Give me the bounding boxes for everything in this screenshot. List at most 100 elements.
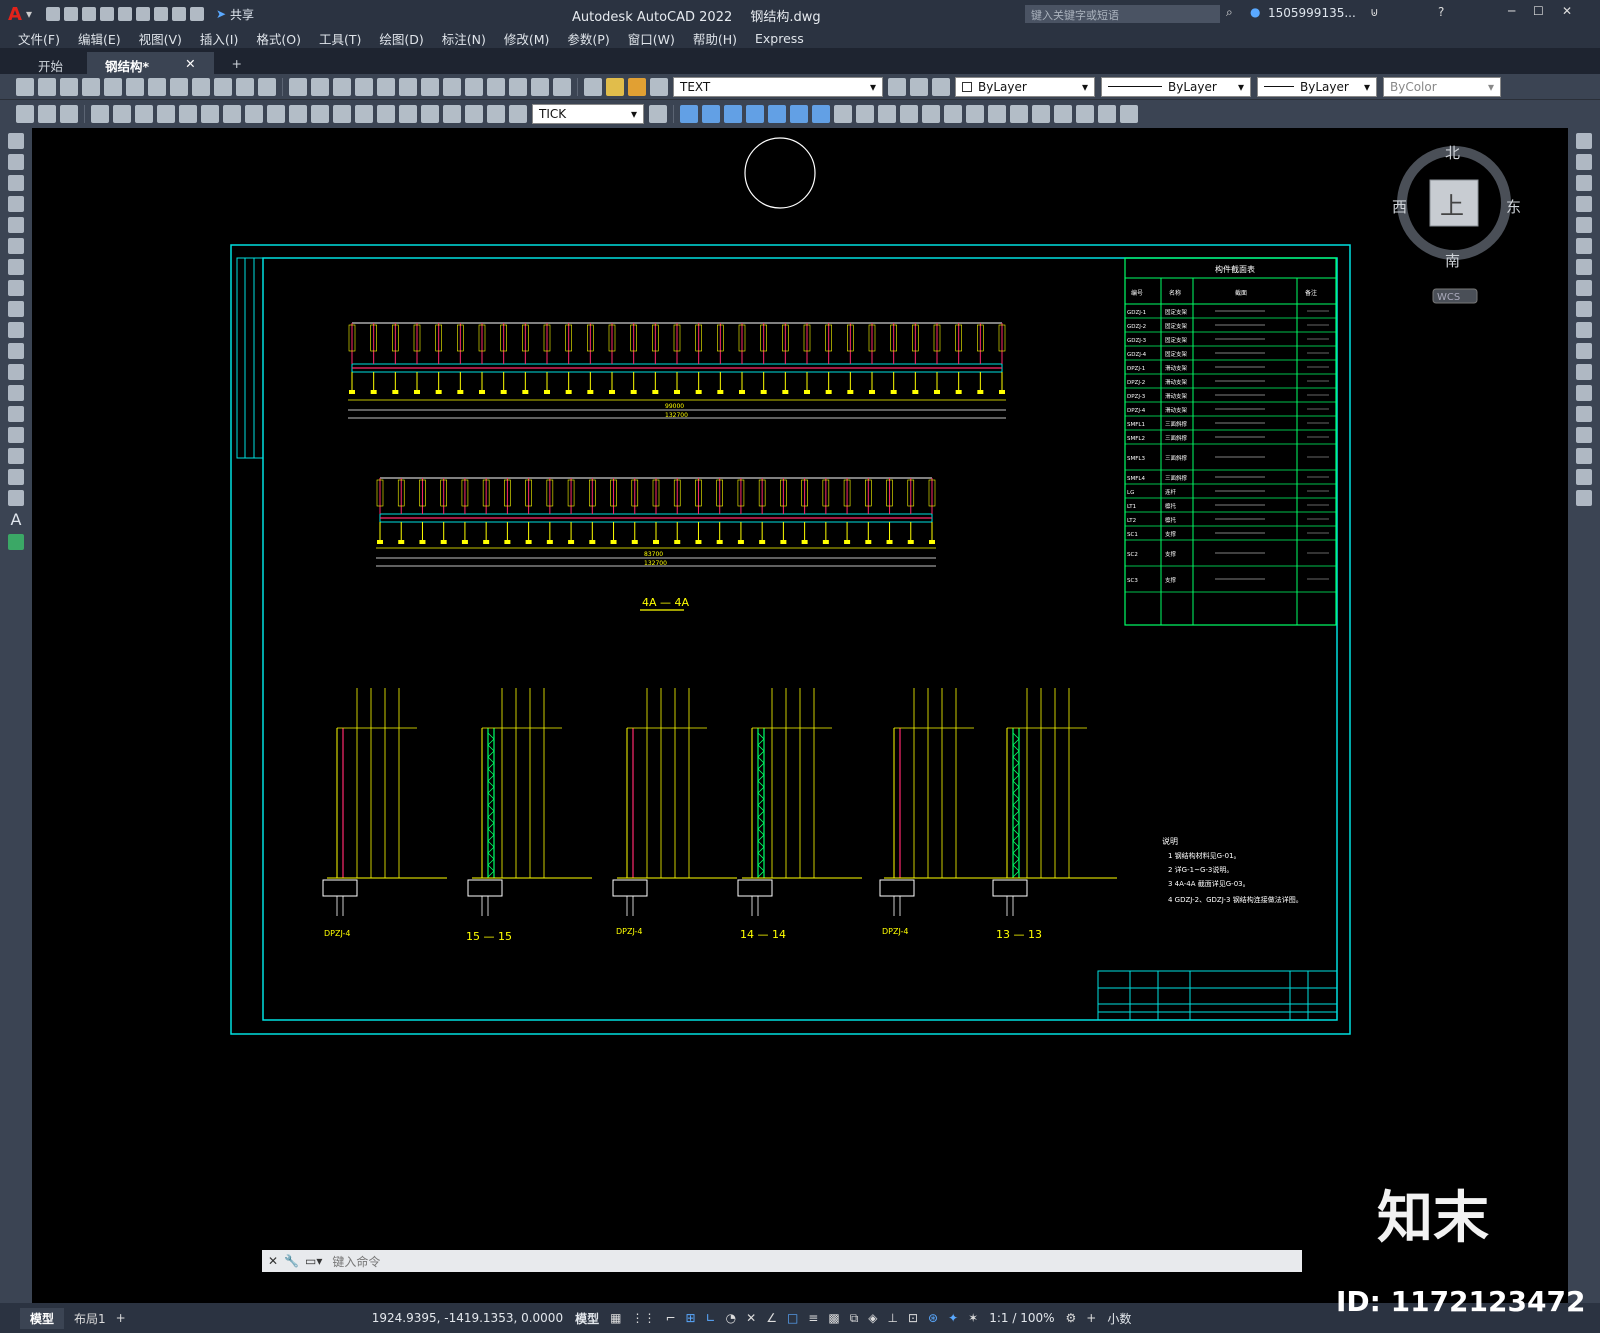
object-snap-tracking-icon[interactable]: ∠: [766, 1311, 777, 1325]
selection-filter-icon[interactable]: ⊡: [908, 1311, 918, 1325]
polyline-icon[interactable]: [8, 175, 24, 191]
workspace-gear-icon[interactable]: ⚙: [1066, 1311, 1077, 1325]
command-line[interactable]: ✕ 🔧 ▭▾ 键入命令: [262, 1250, 1302, 1272]
slice-icon[interactable]: [988, 105, 1006, 123]
mirror-icon[interactable]: [1576, 175, 1592, 191]
plot-icon[interactable]: [153, 7, 168, 21]
new-file-icon[interactable]: [45, 7, 60, 21]
layer-manager-icon[interactable]: [16, 105, 34, 123]
menu-file[interactable]: 文件(F): [18, 29, 60, 48]
object-snap-icon[interactable]: □: [787, 1311, 798, 1325]
join-icon[interactable]: [1576, 406, 1592, 422]
help-icon[interactable]: ?: [1438, 5, 1444, 19]
grid-icon[interactable]: ▦: [610, 1311, 621, 1325]
menu-dimension[interactable]: 标注(N): [442, 29, 486, 48]
radius-dim-icon[interactable]: [179, 105, 197, 123]
autocad-logo-icon[interactable]: A: [8, 4, 22, 25]
snap-icon[interactable]: ⋮⋮: [631, 1311, 655, 1325]
cone-icon[interactable]: [724, 105, 742, 123]
revision-cloud-icon[interactable]: [8, 280, 24, 296]
linetype-select[interactable]: ByLayer ▾: [1101, 76, 1251, 97]
tab-drawing[interactable]: 钢结构* ✕: [87, 52, 214, 74]
web-open-icon[interactable]: [117, 7, 132, 21]
units-readout[interactable]: 小数: [1107, 1310, 1131, 1327]
point-icon[interactable]: [8, 406, 24, 422]
save-icon[interactable]: [60, 77, 78, 96]
wcs-label[interactable]: WCS: [1437, 292, 1460, 303]
add-layout-icon[interactable]: +: [116, 1311, 126, 1325]
zoom-window-icon[interactable]: [377, 77, 395, 96]
transparency-icon[interactable]: ▩: [828, 1311, 839, 1325]
search-icon[interactable]: ⌕: [1226, 5, 1233, 20]
open-icon[interactable]: [38, 77, 56, 96]
command-customize-icon[interactable]: 🔧: [284, 1254, 299, 1268]
hatch-icon[interactable]: [8, 427, 24, 443]
redo-icon[interactable]: [189, 7, 204, 21]
ellipse-icon[interactable]: [8, 322, 24, 338]
model-space-button[interactable]: 模型: [575, 1310, 599, 1327]
sphere-icon[interactable]: [746, 105, 764, 123]
fillet-icon[interactable]: [1576, 448, 1592, 464]
text-style-select[interactable]: TEXT ▾: [673, 76, 883, 97]
intersect-icon[interactable]: [966, 105, 984, 123]
save-icon[interactable]: [81, 7, 96, 21]
layer-state-icon[interactable]: [910, 77, 928, 96]
minimize-button[interactable]: ─: [1508, 4, 1515, 18]
dim-style-select[interactable]: TICK ▾: [532, 104, 644, 124]
copy-icon[interactable]: [192, 77, 210, 96]
share-button[interactable]: 共享: [230, 6, 254, 23]
section-plane-icon[interactable]: [1010, 105, 1028, 123]
revolve-icon[interactable]: [856, 105, 874, 123]
pan-icon[interactable]: [333, 77, 351, 96]
break-icon[interactable]: [1576, 385, 1592, 401]
trim-icon[interactable]: [1576, 322, 1592, 338]
annotation-scale[interactable]: 1:1 / 100%: [989, 1311, 1054, 1325]
offset-icon[interactable]: [1576, 196, 1592, 212]
search-input[interactable]: 键入关键字或短语: [1025, 5, 1220, 23]
maximize-button[interactable]: ☐: [1533, 4, 1544, 18]
publish-icon[interactable]: [126, 77, 144, 96]
layer-match-icon[interactable]: [38, 105, 56, 123]
share-icon[interactable]: ➤: [216, 7, 226, 21]
dim-text-edit-icon[interactable]: [487, 105, 505, 123]
print-preview-icon[interactable]: [104, 77, 122, 96]
menu-modify[interactable]: 修改(M): [504, 29, 550, 48]
print-icon[interactable]: [82, 77, 100, 96]
cut-icon[interactable]: [170, 77, 188, 96]
isodraft-icon[interactable]: ✕: [746, 1311, 756, 1325]
menu-help[interactable]: 帮助(H): [693, 29, 737, 48]
3d-print-icon[interactable]: [148, 77, 166, 96]
save-as-icon[interactable]: [99, 7, 114, 21]
tolerance-icon[interactable]: [377, 105, 395, 123]
circle-icon[interactable]: [8, 259, 24, 275]
infer-constraints-icon[interactable]: ⌐: [665, 1311, 675, 1325]
torus-icon[interactable]: [812, 105, 830, 123]
quick-dim-icon[interactable]: [267, 105, 285, 123]
command-close-icon[interactable]: ✕: [268, 1254, 278, 1268]
layout-tab-layout1[interactable]: 布局1: [64, 1308, 116, 1329]
new-tab-button[interactable]: +: [214, 52, 260, 74]
aligned-dim-icon[interactable]: [113, 105, 131, 123]
gizmo-icon[interactable]: ⊛: [928, 1311, 938, 1325]
center-mark-icon[interactable]: [399, 105, 417, 123]
ordinate-dim-icon[interactable]: [157, 105, 175, 123]
lineweight-select[interactable]: ByLayer ▾: [1257, 76, 1377, 97]
add-selected-icon[interactable]: [8, 534, 24, 550]
menu-edit[interactable]: 编辑(E): [78, 29, 121, 48]
tab-close-icon[interactable]: ✕: [185, 56, 195, 71]
polygon-icon[interactable]: [8, 196, 24, 212]
dim-break-icon[interactable]: [355, 105, 373, 123]
calculator-icon[interactable]: [531, 77, 549, 96]
construction-line-icon[interactable]: [8, 154, 24, 170]
gradient-icon[interactable]: [8, 448, 24, 464]
ellipse-arc-icon[interactable]: [8, 343, 24, 359]
menu-view[interactable]: 视图(V): [139, 29, 182, 48]
make-block-icon[interactable]: [8, 385, 24, 401]
menu-tools[interactable]: 工具(T): [319, 29, 361, 48]
close-button[interactable]: ✕: [1562, 4, 1572, 18]
linear-dim-icon[interactable]: [91, 105, 109, 123]
menu-format[interactable]: 格式(O): [256, 29, 301, 48]
extend-icon[interactable]: [1576, 343, 1592, 359]
separate-icon[interactable]: [1120, 105, 1138, 123]
diameter-dim-icon[interactable]: [223, 105, 241, 123]
